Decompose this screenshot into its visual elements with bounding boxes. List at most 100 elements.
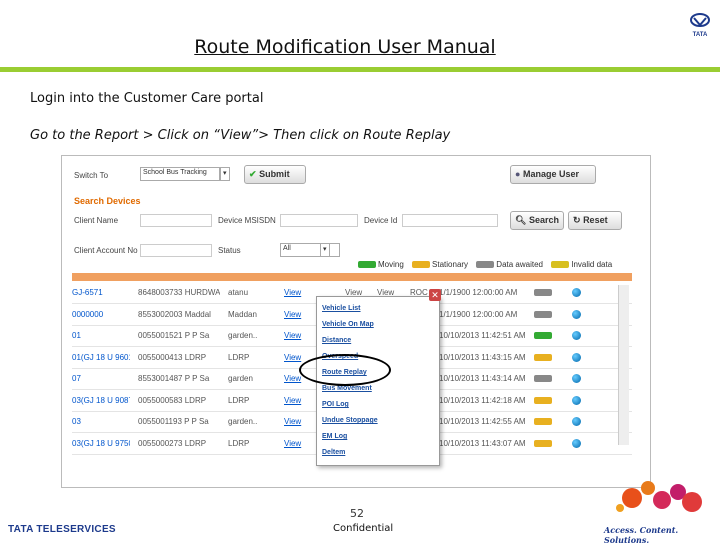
view-link[interactable]: View <box>284 396 314 405</box>
globe-icon[interactable] <box>572 331 581 340</box>
last-update-cell: 10/10/2013 11:42:51 AM <box>439 331 526 340</box>
device-msisdn-cell: 0055001521 P P Sa <box>138 331 210 340</box>
view-link[interactable]: View <box>284 310 314 319</box>
globe-icon[interactable] <box>572 288 581 297</box>
globe-icon[interactable] <box>572 352 581 362</box>
globe-icon[interactable] <box>572 309 581 319</box>
bus-status-icon <box>534 418 552 425</box>
brand-dots-logo <box>616 481 702 512</box>
device-id-link[interactable]: 03 <box>72 417 130 426</box>
last-update-cell: 1/1/1900 12:00:00 AM <box>439 309 518 319</box>
instruction-login: Login into the Customer Care portal <box>30 91 264 106</box>
view-link[interactable]: View <box>284 417 314 426</box>
bus-status-icon <box>534 310 552 318</box>
device-msisdn-field[interactable] <box>280 214 358 227</box>
legend-invalid: Invalid data <box>571 260 613 269</box>
device-msisdn-cell: 8553001487 P P Sa <box>138 374 210 383</box>
last-update-cell: 1/1/1900 12:00:00 AM <box>439 288 518 297</box>
footer-brand: TATA TELESERVICES <box>8 524 116 535</box>
bus-status-icon <box>534 375 552 382</box>
device-msisdn-label: Device MSISDN <box>218 216 276 225</box>
device-id-label: Device Id <box>364 216 398 225</box>
menu-item-undue-stoppage[interactable]: Undue Stoppage <box>322 417 378 424</box>
status-label: Status <box>218 246 241 255</box>
svg-text:TATA: TATA <box>693 32 708 38</box>
device-id-link[interactable]: 03(GJ 18 U 9087) <box>72 396 130 405</box>
close-icon[interactable]: ✕ <box>429 289 441 301</box>
device-msisdn-cell: 8553002003 Maddal <box>138 309 211 319</box>
menu-item-poi-log[interactable]: POI Log <box>322 401 349 408</box>
bus-stationary-icon <box>412 261 431 269</box>
scrollbar[interactable] <box>618 285 629 445</box>
footer-tagline: Access. Content. Solutions. <box>604 525 679 545</box>
device-msisdn-cell: 8648003733 HURDWA <box>138 288 220 297</box>
menu-item-vehicle-on-map[interactable]: Vehicle On Map <box>322 321 374 328</box>
client-name-label: Client Name <box>74 216 119 225</box>
switch-to-label: Switch To <box>74 171 109 180</box>
globe-icon[interactable] <box>572 417 581 426</box>
device-name-cell: atanu <box>228 288 249 297</box>
page-title: Route Modification User Manual <box>194 36 496 58</box>
check-icon: ✔ <box>249 169 257 179</box>
view-link[interactable]: View <box>284 331 314 340</box>
bus-awaited-icon <box>476 261 495 269</box>
portal-screenshot: Switch To School Bus Tracking ▾ ✔ Submit… <box>61 155 651 488</box>
view-link[interactable]: View <box>284 288 314 297</box>
table-header <box>72 273 632 281</box>
bus-status-icon <box>534 396 552 404</box>
chevron-down-icon[interactable]: ▾ <box>320 243 330 257</box>
bus-moving-icon <box>358 261 376 269</box>
device-msisdn-cell: 0055000583 LDRP <box>138 395 207 405</box>
device-msisdn-cell: 0055000413 LDRP <box>138 352 207 362</box>
menu-item-em-log[interactable]: EM Log <box>322 433 347 440</box>
device-name-cell: garden.. <box>228 417 258 426</box>
device-id-link[interactable]: 03(GJ 18 U 9750) <box>72 439 130 448</box>
device-name-cell: garden.. <box>228 331 258 340</box>
switch-to-select[interactable]: School Bus Tracking <box>140 167 220 181</box>
search-button[interactable]: 🔍︎ Search <box>510 211 564 230</box>
menu-item-deltem[interactable]: Deltem <box>322 449 345 456</box>
legend-moving: Moving <box>378 260 404 269</box>
tata-logo-icon: TATA <box>690 13 710 38</box>
device-id-link[interactable]: 01 <box>72 331 130 340</box>
search-devices-title: Search Devices <box>74 196 141 206</box>
device-name-cell: garden <box>228 374 253 383</box>
confidential-label: Confidential <box>333 523 394 534</box>
refresh-icon: ↻ <box>573 215 581 225</box>
device-id-link[interactable]: 07 <box>72 374 130 383</box>
header-rule <box>0 67 720 72</box>
submit-button[interactable]: ✔ Submit <box>244 165 306 184</box>
device-id-link[interactable]: 01(GJ 18 U 9601) <box>72 353 130 362</box>
page-number: 52 <box>350 507 364 520</box>
status-legend: Moving Stationary Data awaited Invalid d… <box>358 260 618 269</box>
manage-user-button[interactable]: ● Manage User <box>510 165 596 184</box>
globe-icon[interactable] <box>572 374 581 383</box>
view-link[interactable]: View <box>284 439 314 448</box>
device-id-field[interactable] <box>402 214 498 227</box>
device-name-cell: LDRP <box>228 438 250 448</box>
client-name-field[interactable] <box>140 214 212 227</box>
device-name-cell: LDRP <box>228 352 250 362</box>
globe-icon[interactable] <box>572 395 581 405</box>
status-select[interactable]: All <box>280 243 340 257</box>
menu-item-distance[interactable]: Distance <box>322 337 351 344</box>
bus-status-icon <box>534 289 552 296</box>
device-name-cell: LDRP <box>228 395 250 405</box>
client-account-label: Client Account No <box>74 246 138 255</box>
bus-status-icon <box>534 332 552 339</box>
device-msisdn-cell: 0055001193 P P Sa <box>138 417 209 426</box>
last-update-cell: 10/10/2013 11:43:07 AM <box>439 438 526 448</box>
device-id-link[interactable]: 0000000 <box>72 310 130 319</box>
search-icon: 🔍︎ <box>515 215 527 225</box>
reset-button[interactable]: ↻ Reset <box>568 211 622 230</box>
user-icon: ● <box>515 169 521 179</box>
device-id-link[interactable]: GJ-6571 <box>72 288 130 297</box>
client-account-field[interactable] <box>140 244 212 257</box>
globe-icon[interactable] <box>572 438 581 448</box>
chevron-down-icon[interactable]: ▾ <box>220 167 230 181</box>
menu-item-bus-movement[interactable]: Bus Movement <box>322 385 372 392</box>
menu-item-vehicle-list[interactable]: Vehicle List <box>322 305 361 312</box>
route-replay-highlight <box>299 354 391 386</box>
last-update-cell: 10/10/2013 11:42:55 AM <box>439 417 526 426</box>
last-update-cell: 10/10/2013 11:43:15 AM <box>439 352 526 362</box>
